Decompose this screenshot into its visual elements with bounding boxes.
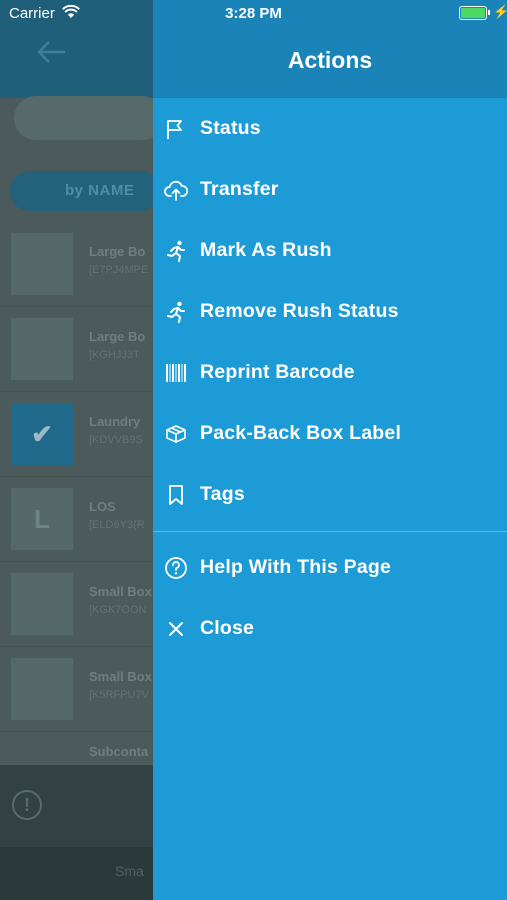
box-thumbnail [10, 572, 74, 636]
menu-item-label: Status [200, 117, 261, 139]
menu-divider [153, 531, 507, 532]
menu-item-label: Transfer [200, 178, 279, 200]
battery-icon [459, 6, 487, 20]
list-item-title: Large Bo [89, 329, 146, 344]
box-icon [164, 422, 188, 446]
menu-item-label: Reprint Barcode [200, 361, 355, 383]
menu-item-help[interactable]: Help With This Page [153, 537, 507, 598]
list-item[interactable]: ✔ Laundry [KDVVB9S [0, 392, 160, 477]
bottom-summary-bar: ! [0, 765, 160, 847]
item-list: Large Bo [E7PJ4MPE Large Bo [KGHJJ3T ✔ L… [0, 222, 160, 817]
list-item[interactable]: L LOS [ELD6Y3(R [0, 477, 160, 562]
actions-menu: Status Transfer Mark As Rush Remove Rush… [153, 98, 507, 659]
box-thumbnail [10, 317, 74, 381]
letter-thumbnail: L [10, 487, 74, 551]
list-item-subtitle: [KGHJJ3T [89, 349, 140, 361]
cloud-upload-icon [164, 178, 188, 202]
list-item-subtitle: [K5RFPU7V [89, 689, 149, 701]
menu-item-label: Pack-Back Box Label [200, 422, 402, 444]
sort-by-name-button[interactable]: by NAME [10, 171, 160, 211]
list-item-title: Subconta [89, 744, 149, 759]
menu-item-label: Help With This Page [200, 556, 392, 578]
list-item-subtitle: [E7PJ4MPE [89, 264, 149, 276]
list-item[interactable]: Small Box [KGK7OON [0, 562, 160, 647]
list-item-title: LOS [89, 499, 116, 514]
battery-nub [488, 10, 490, 15]
menu-item-close[interactable]: Close [153, 598, 507, 659]
menu-item-label: Mark As Rush [200, 239, 332, 261]
running-person-icon [164, 239, 188, 263]
actions-drawer: Actions Status Transfer Mark As Rush Rem… [153, 0, 507, 900]
list-item[interactable]: Small Box [K5RFPU7V [0, 647, 160, 732]
barcode-icon [164, 361, 188, 385]
footer-tab[interactable]: Sma [0, 847, 160, 900]
box-thumbnail [10, 232, 74, 296]
running-person-icon [164, 300, 188, 324]
menu-item-tags[interactable]: Tags [153, 464, 507, 525]
list-item-title: Small Box [89, 584, 152, 599]
list-item-subtitle: [ELD6Y3(R [89, 519, 145, 531]
box-thumbnail [10, 657, 74, 721]
warning-icon: ! [12, 790, 42, 820]
clock: 3:28 PM [225, 5, 282, 22]
menu-item-remove-rush-status[interactable]: Remove Rush Status [153, 281, 507, 342]
back-arrow-icon[interactable] [36, 40, 66, 64]
menu-item-transfer[interactable]: Transfer [153, 159, 507, 220]
list-item-title: Small Box [89, 669, 152, 684]
checkmark-thumbnail: ✔ [10, 402, 74, 466]
drawer-title: Actions [287, 47, 373, 73]
flag-icon [164, 117, 188, 141]
list-item-title: Large Bo [89, 244, 146, 259]
list-item-subtitle: [KGK7OON [89, 604, 147, 616]
menu-item-label: Close [200, 617, 255, 639]
menu-item-reprint-barcode[interactable]: Reprint Barcode [153, 342, 507, 403]
menu-item-label: Remove Rush Status [200, 300, 399, 322]
menu-item-label: Tags [200, 483, 245, 505]
menu-item-mark-as-rush[interactable]: Mark As Rush [153, 220, 507, 281]
menu-item-pack-back-box-label[interactable]: Pack-Back Box Label [153, 403, 507, 464]
list-item[interactable]: Large Bo [KGHJJ3T [0, 307, 160, 392]
close-icon [164, 617, 188, 641]
list-item-subtitle: [KDVVB9S [89, 434, 143, 446]
status-bar: Carrier 3:28 PM ⚡ [0, 0, 507, 28]
list-item[interactable]: Large Bo [E7PJ4MPE [0, 222, 160, 307]
list-item-title: Laundry [89, 414, 141, 429]
help-circle-icon [164, 556, 188, 580]
search-field[interactable] [14, 96, 164, 140]
charging-bolt-icon: ⚡ [493, 4, 507, 19]
menu-item-status[interactable]: Status [153, 98, 507, 159]
bookmark-icon [164, 483, 188, 507]
